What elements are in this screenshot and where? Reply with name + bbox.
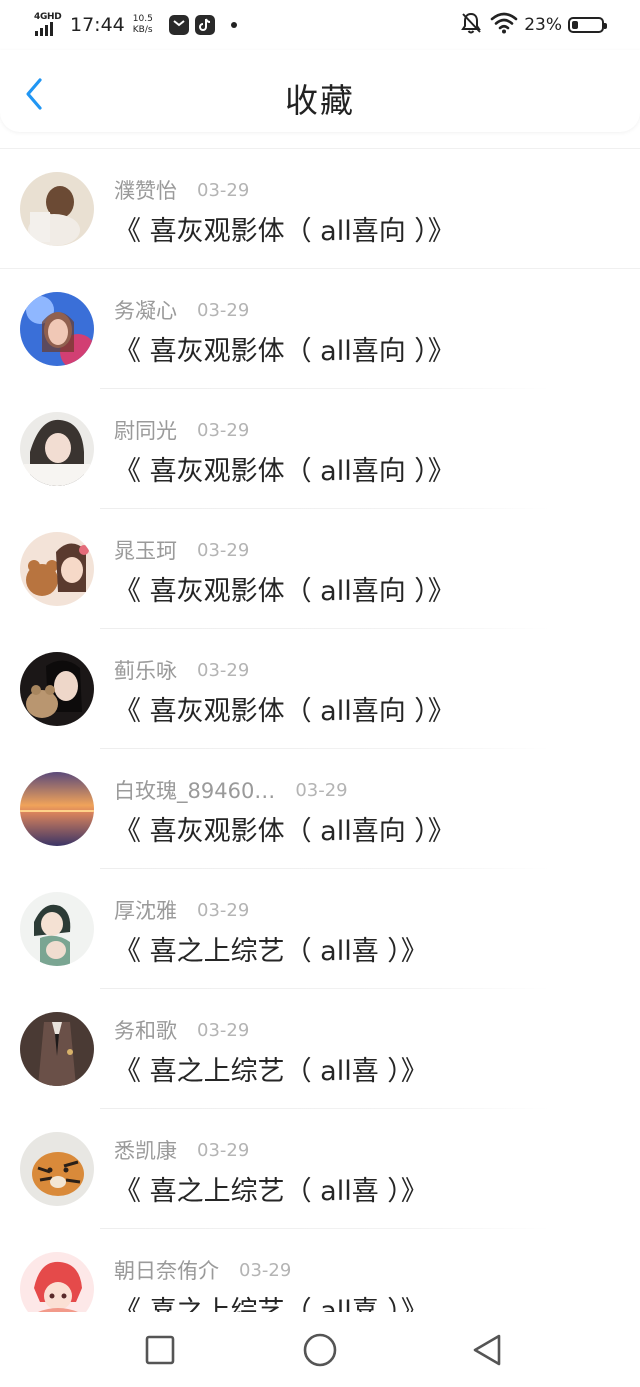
avatar: [20, 532, 94, 606]
post-title[interactable]: 《 喜灰观影体（ all喜向 ）》: [114, 689, 455, 728]
avatar: [20, 292, 94, 366]
list-item[interactable]: 务凝心 03-29 《 喜灰观影体（ all喜向 ）》: [0, 269, 640, 389]
battery-percent: 23%: [524, 15, 562, 35]
author-name: 悉凯康: [114, 1139, 177, 1163]
recents-square-icon: [145, 1335, 175, 1365]
signal-icon: 4GHD: [34, 12, 64, 38]
post-date: 03-29: [197, 539, 250, 561]
post-title[interactable]: 《 喜灰观影体（ all喜向 ）》: [114, 209, 455, 248]
wifi-icon: [490, 12, 518, 38]
post-date: 03-29: [239, 1259, 292, 1281]
back-nav-button[interactable]: [469, 1332, 505, 1368]
author-name: 蓟乐咏: [114, 659, 177, 683]
author-name: 晁玉珂: [114, 539, 177, 563]
author-name: 尉同光: [114, 419, 177, 443]
list-item[interactable]: 悉凯康 03-29 《 喜之上综艺（ all喜 ）》: [0, 1109, 640, 1229]
avatar: [20, 1132, 94, 1206]
recents-button[interactable]: [142, 1332, 178, 1368]
post-title[interactable]: 《 喜灰观影体（ all喜向 ）》: [114, 569, 455, 608]
post-title[interactable]: 《 喜灰观影体（ all喜向 ）》: [114, 809, 455, 848]
avatar: [20, 1012, 94, 1086]
post-title[interactable]: 《 喜之上综艺（ all喜 ）》: [114, 1169, 428, 1208]
list-item[interactable]: 蓟乐咏 03-29 《 喜灰观影体（ all喜向 ）》: [0, 629, 640, 749]
system-nav-bar: [0, 1312, 640, 1387]
status-bar: 4GHD 17:44 10.5 KB/s 23%: [0, 0, 640, 50]
post-title[interactable]: 《 喜灰观影体（ all喜向 ）》: [114, 329, 455, 368]
list-item[interactable]: 尉同光 03-29 《 喜灰观影体（ all喜向 ）》: [0, 389, 640, 509]
post-date: 03-29: [197, 179, 250, 201]
post-date: 03-29: [197, 419, 250, 441]
author-name: 厚沈雅: [114, 899, 177, 923]
post-date: 03-29: [197, 899, 250, 921]
author-name: 白玫瑰_89460…: [114, 779, 276, 803]
tiktok-icon: [194, 15, 215, 35]
avatar: [20, 772, 94, 846]
battery-icon: [568, 17, 607, 33]
post-date: 03-29: [197, 659, 250, 681]
post-date: 03-29: [197, 1139, 250, 1161]
post-date: 03-29: [295, 779, 348, 801]
list-item[interactable]: 务和歌 03-29 《 喜之上综艺（ all喜 ）》: [0, 989, 640, 1109]
author-name: 务和歌: [114, 1019, 177, 1043]
list-item[interactable]: 濮赞怡 03-29 《 喜灰观影体（ all喜向 ）》: [0, 149, 640, 269]
home-button[interactable]: [302, 1332, 338, 1368]
post-title[interactable]: 《 喜灰观影体（ all喜向 ）》: [114, 449, 455, 488]
list-item[interactable]: 晁玉珂 03-29 《 喜灰观影体（ all喜向 ）》: [0, 509, 640, 629]
favorites-list[interactable]: 濮赞怡 03-29 《 喜灰观影体（ all喜向 ）》 务凝心 03-29 《 …: [0, 148, 640, 1313]
avatar: [20, 652, 94, 726]
author-name: 朝日奈侑介: [114, 1259, 219, 1283]
post-title[interactable]: 《 喜之上综艺（ all喜 ）》: [114, 1289, 428, 1313]
post-title[interactable]: 《 喜之上综艺（ all喜 ）》: [114, 1049, 428, 1088]
author-name: 濮赞怡: [114, 179, 177, 203]
author-name: 务凝心: [114, 299, 177, 323]
notification-dot: [230, 22, 237, 28]
app-header: 收藏: [0, 50, 640, 132]
back-triangle-icon: [473, 1334, 501, 1366]
clock: 17:44: [70, 14, 125, 36]
avatar: [20, 892, 94, 966]
post-title[interactable]: 《 喜之上综艺（ all喜 ）》: [114, 929, 428, 968]
page-title: 收藏: [285, 81, 355, 120]
network-type: 4GHD: [34, 12, 62, 22]
message-icon: [168, 15, 189, 35]
network-speed: 10.5 KB/s: [132, 14, 153, 35]
list-item[interactable]: 朝日奈侑介 03-29 《 喜之上综艺（ all喜 ）》: [0, 1229, 640, 1313]
avatar: [20, 172, 94, 246]
avatar: [20, 412, 94, 486]
home-circle-icon: [303, 1333, 337, 1367]
bell-muted-icon: [460, 11, 482, 39]
avatar: [20, 1252, 94, 1313]
list-item[interactable]: 白玫瑰_89460… 03-29 《 喜灰观影体（ all喜向 ）》: [0, 749, 640, 869]
list-item[interactable]: 厚沈雅 03-29 《 喜之上综艺（ all喜 ）》: [0, 869, 640, 989]
post-date: 03-29: [197, 299, 250, 321]
post-date: 03-29: [197, 1019, 250, 1041]
